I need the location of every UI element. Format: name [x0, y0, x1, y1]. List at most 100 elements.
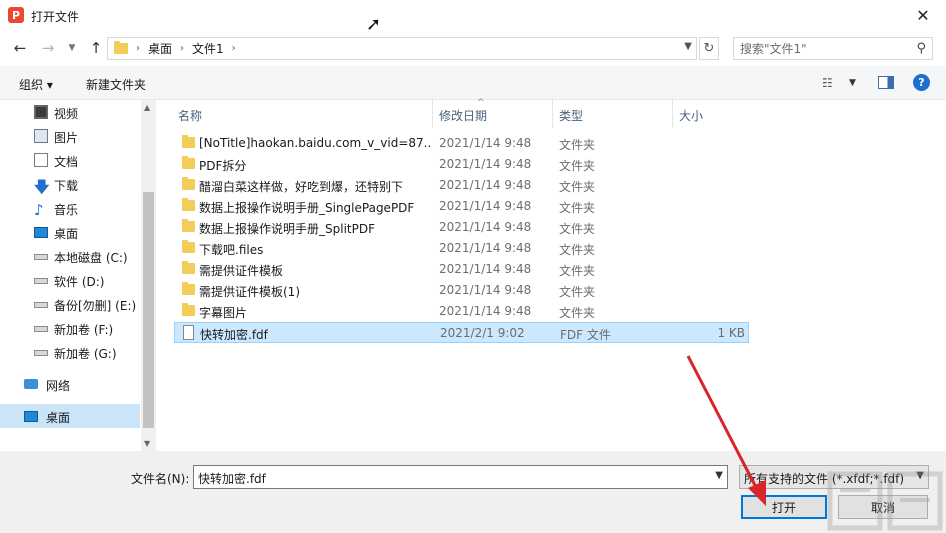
filename-field[interactable]: 快转加密.fdf ▼ [193, 465, 728, 489]
document-icon [183, 325, 194, 340]
nav-item-drive-f[interactable]: 新加卷 (F:) [0, 316, 140, 340]
breadcrumb-folder[interactable]: 文件1 [192, 40, 224, 57]
scroll-down-icon[interactable]: ▼ [144, 439, 150, 448]
file-row[interactable]: 需提供证件模板 2021/1/14 9:48 文件夹 [174, 259, 749, 280]
file-name: PDF拆分 [199, 159, 247, 173]
file-row[interactable]: 醋溜白菜这样做，好吃到爆，还特别下 2021/1/14 9:48 文件夹 [174, 175, 749, 196]
nav-item-label: 下载 [54, 179, 79, 193]
file-type: 文件夹 [559, 285, 596, 299]
help-icon[interactable]: ? [913, 74, 930, 91]
file-row[interactable]: [NoTitle]haokan.baidu.com_v_vid=87... 202… [174, 133, 749, 154]
nav-item-label: 图片 [54, 131, 79, 145]
chevron-down-icon[interactable]: ▼ [62, 38, 82, 58]
scrollbar-thumb[interactable] [143, 192, 154, 428]
search-icon[interactable]: ⚲ [916, 41, 926, 56]
back-arrow-icon[interactable]: ← [10, 38, 30, 58]
file-row[interactable]: 字幕图片 2021/1/14 9:48 文件夹 [174, 301, 749, 322]
view-dropdown-icon[interactable]: ▼ [849, 78, 856, 88]
folder-icon [182, 240, 195, 253]
column-header-name[interactable]: 名称 ^ [178, 98, 485, 128]
nav-item-desktop[interactable]: 桌面 [0, 220, 140, 244]
drive-icon [34, 326, 48, 332]
file-date: 2021/1/14 9:48 [439, 241, 532, 255]
file-date: 2021/1/14 9:48 [439, 262, 532, 276]
file-row[interactable]: 需提供证件模板(1) 2021/1/14 9:48 文件夹 [174, 280, 749, 301]
desktop-icon [24, 411, 38, 422]
new-folder-button[interactable]: 新建文件夹 [86, 76, 146, 93]
nav-item-label: 新加卷 (F:) [54, 323, 114, 337]
nav-scrollbar[interactable]: ▲ ▼ [141, 100, 156, 451]
nav-item-label: 视频 [54, 107, 79, 121]
file-name: [NoTitle]haokan.baidu.com_v_vid=87... [199, 136, 431, 150]
column-header-type[interactable]: 类型 [559, 100, 673, 128]
nav-item-downloads[interactable]: 🡇 下载 [0, 172, 140, 196]
nav-item-music[interactable]: ♪ 音乐 [0, 196, 140, 220]
search-input[interactable]: 搜索"文件1" ⚲ [733, 37, 933, 60]
file-row[interactable]: 下载吧.files 2021/1/14 9:48 文件夹 [174, 238, 749, 259]
toolbar: 组织 ▾ 新建文件夹 ☷ ▼ ? [0, 66, 946, 100]
file-list: 名称 ^ 修改日期 类型 大小 [NoTitle]haokan.baidu.com… [160, 98, 946, 451]
file-date: 2021/1/14 9:48 [439, 304, 532, 318]
drive-icon [34, 302, 48, 308]
column-header-size[interactable]: 大小 [679, 100, 749, 128]
open-button[interactable]: 打开 [741, 495, 827, 519]
file-date: 2021/1/14 9:48 [439, 157, 532, 171]
drive-icon [34, 254, 48, 260]
forward-arrow-icon[interactable]: → [38, 38, 58, 58]
file-date: 2021/1/14 9:48 [439, 199, 532, 213]
documents-icon [34, 153, 48, 167]
file-name: 快转加密.fdf [200, 328, 268, 342]
chevron-right-icon[interactable]: › [136, 43, 140, 54]
file-date: 2021/1/14 9:48 [439, 283, 532, 297]
file-name: 字幕图片 [199, 306, 248, 320]
file-date: 2021/2/1 9:02 [440, 326, 525, 340]
chevron-down-icon[interactable]: ▼ [715, 470, 723, 481]
nav-item-documents[interactable]: 文档 [0, 148, 140, 172]
file-row-selected[interactable]: 快转加密.fdf 2021/2/1 9:02 FDF 文件 1 KB [174, 322, 749, 343]
breadcrumb-desktop[interactable]: 桌面 [148, 40, 172, 57]
nav-item-label: 网络 [46, 379, 71, 393]
nav-item-drive-g[interactable]: 新加卷 (G:) [0, 340, 140, 364]
nav-item-pictures[interactable]: 图片 [0, 124, 140, 148]
filename-label: 文件名(N): [131, 472, 190, 486]
pictures-icon [34, 129, 48, 143]
folder-icon [182, 198, 195, 211]
address-dropdown-icon[interactable]: ▼ [684, 41, 692, 52]
organize-button[interactable]: 组织 ▾ [19, 76, 53, 93]
window-title: 打开文件 [31, 10, 80, 24]
desktop-icon [34, 227, 48, 238]
scroll-up-icon[interactable]: ▲ [144, 103, 150, 112]
file-row[interactable]: PDF拆分 2021/1/14 9:48 文件夹 [174, 154, 749, 175]
file-size: 1 KB [717, 326, 745, 340]
folder-icon [182, 135, 195, 148]
file-type: 文件夹 [559, 201, 596, 215]
chevron-right-icon[interactable]: › [180, 43, 184, 54]
nav-item-desktop-root[interactable]: 桌面 [0, 404, 140, 428]
nav-item-drive-c[interactable]: 本地磁盘 (C:) [0, 244, 140, 268]
drive-icon [34, 278, 48, 284]
chevron-right-icon[interactable]: › [232, 43, 236, 54]
file-type: 文件夹 [559, 180, 596, 194]
nav-item-network[interactable]: 网络 [0, 372, 140, 396]
nav-item-drive-d[interactable]: 软件 (D:) [0, 268, 140, 292]
view-options-icon[interactable]: ☷ [822, 76, 833, 90]
nav-item-drive-e[interactable]: 备份[勿删] (E:) [0, 292, 140, 316]
refresh-icon[interactable]: ↻ [699, 37, 719, 60]
up-arrow-icon[interactable]: ↑ [86, 38, 106, 58]
nav-item-videos[interactable]: 视频 [0, 100, 140, 124]
file-date: 2021/1/14 9:48 [439, 136, 532, 150]
address-bar[interactable]: › 桌面 › 文件1 › ▼ [107, 37, 697, 60]
file-row[interactable]: 数据上报操作说明手册_SplitPDF 2021/1/14 9:48 文件夹 [174, 217, 749, 238]
preview-pane-icon[interactable] [878, 76, 894, 89]
close-button[interactable]: ✕ [900, 0, 946, 31]
app-icon: P [8, 7, 24, 23]
download-icon: 🡇 [34, 178, 50, 196]
column-header-label: 修改日期 [439, 109, 488, 123]
column-header-date[interactable]: 修改日期 [439, 100, 553, 128]
file-type: 文件夹 [559, 264, 596, 278]
file-row[interactable]: 数据上报操作说明手册_SinglePagePDF 2021/1/14 9:48 文件… [174, 196, 749, 217]
navigation-pane: 视频 图片 文档 🡇 下载 ♪ 音乐 桌面 本地磁盘 (C:) 软件 (D:) 备份… [0, 100, 156, 451]
title-bar: P 打开文件 ✕ [0, 0, 946, 31]
file-date: 2021/1/14 9:48 [439, 220, 532, 234]
watermark-logo-icon [827, 471, 943, 531]
